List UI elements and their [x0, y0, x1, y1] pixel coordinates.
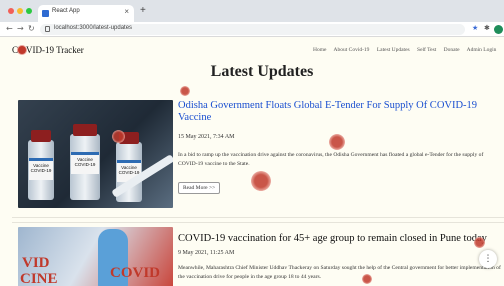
extensions-icon[interactable]: ✱	[484, 24, 490, 32]
article-divider	[12, 217, 504, 218]
brand-logo[interactable]: C VID-19 Tracker	[12, 45, 84, 55]
article-excerpt: In a bid to ramp up the vaccination driv…	[178, 152, 484, 167]
page-title: Latest Updates	[210, 63, 314, 80]
nav-donate[interactable]: Donate	[444, 47, 460, 53]
tab-close-icon[interactable]: ×	[124, 7, 129, 16]
nav-self-test[interactable]: Self Test	[417, 47, 436, 53]
react-favicon-icon	[42, 10, 49, 17]
site-header: C VID-19 Tracker Home About Covid-19 Late…	[0, 37, 504, 63]
main-nav: Home About Covid-19 Latest Updates Self …	[313, 47, 502, 53]
reload-icon[interactable]: ↻	[28, 24, 35, 33]
floating-virus-icon	[112, 130, 125, 143]
image-word: CINE	[20, 271, 58, 286]
vial-label: Vaccine COVID-19	[29, 158, 53, 180]
article-card: Vaccine COVID-19 Vaccine COVID-19 Vaccin…	[12, 94, 504, 215]
more-vertical-icon[interactable]: ⋮	[479, 250, 497, 268]
minimize-window-icon[interactable]	[17, 8, 23, 14]
article-image-covid-vaccine: VID COVID CINE	[18, 227, 173, 286]
floating-virus-icon	[474, 237, 485, 248]
vaccine-vial: Vaccine COVID-19	[70, 124, 100, 200]
floating-virus-icon	[180, 86, 190, 96]
article-card: VID COVID CINE COVID-19 vaccination for …	[12, 222, 504, 286]
article-image-vaccine-vials: Vaccine COVID-19 Vaccine COVID-19 Vaccin…	[18, 100, 173, 208]
floating-virus-icon	[251, 171, 271, 191]
article-date: 15 May 2021, 7:34 AM	[178, 134, 235, 140]
url-text[interactable]: localhost:3000/latest-updates	[54, 25, 132, 31]
image-word: VID	[22, 255, 50, 271]
vial-label: Vaccine COVID-19	[71, 152, 99, 174]
nav-about-covid[interactable]: About Covid-19	[334, 47, 370, 53]
article-headline-link[interactable]: COVID-19 vaccination for 45+ age group t…	[178, 233, 504, 245]
virus-icon	[18, 46, 27, 54]
nav-latest-updates[interactable]: Latest Updates	[377, 47, 410, 53]
browser-toolbar: ← → ↻ localhost:3000/latest-updates ★ ✱	[0, 22, 504, 37]
image-word: COVID	[110, 265, 161, 281]
bookmark-star-icon[interactable]: ★	[472, 24, 478, 32]
read-more-button[interactable]: Read More >>	[178, 182, 221, 194]
close-window-icon[interactable]	[8, 8, 14, 14]
address-bar[interactable]: localhost:3000/latest-updates	[40, 24, 465, 35]
browser-tab[interactable]: React App ×	[38, 5, 134, 22]
article-headline-link[interactable]: Odisha Government Floats Global E-Tender…	[178, 100, 498, 124]
brand-suffix: VID-19 Tracker	[26, 45, 84, 55]
nav-admin-login[interactable]: Admin Login	[467, 47, 497, 53]
new-tab-button[interactable]: +	[140, 5, 146, 16]
info-icon[interactable]	[45, 26, 50, 32]
floating-virus-icon	[362, 274, 372, 284]
maximize-window-icon[interactable]	[26, 8, 32, 14]
profile-avatar[interactable]	[494, 25, 503, 34]
nav-home[interactable]: Home	[313, 47, 326, 53]
forward-arrow-icon[interactable]: →	[17, 24, 24, 33]
back-arrow-icon[interactable]: ←	[6, 24, 13, 33]
tab-title: React App	[52, 8, 80, 14]
vaccine-vial: Vaccine COVID-19	[28, 130, 54, 200]
floating-virus-icon	[329, 134, 345, 150]
article-excerpt: Meanwhile, Maharashtra Chief Minister Ud…	[178, 265, 501, 280]
browser-tab-strip: React App × +	[0, 0, 504, 22]
article-date: 9 May 2021, 11:25 AM	[178, 250, 235, 256]
